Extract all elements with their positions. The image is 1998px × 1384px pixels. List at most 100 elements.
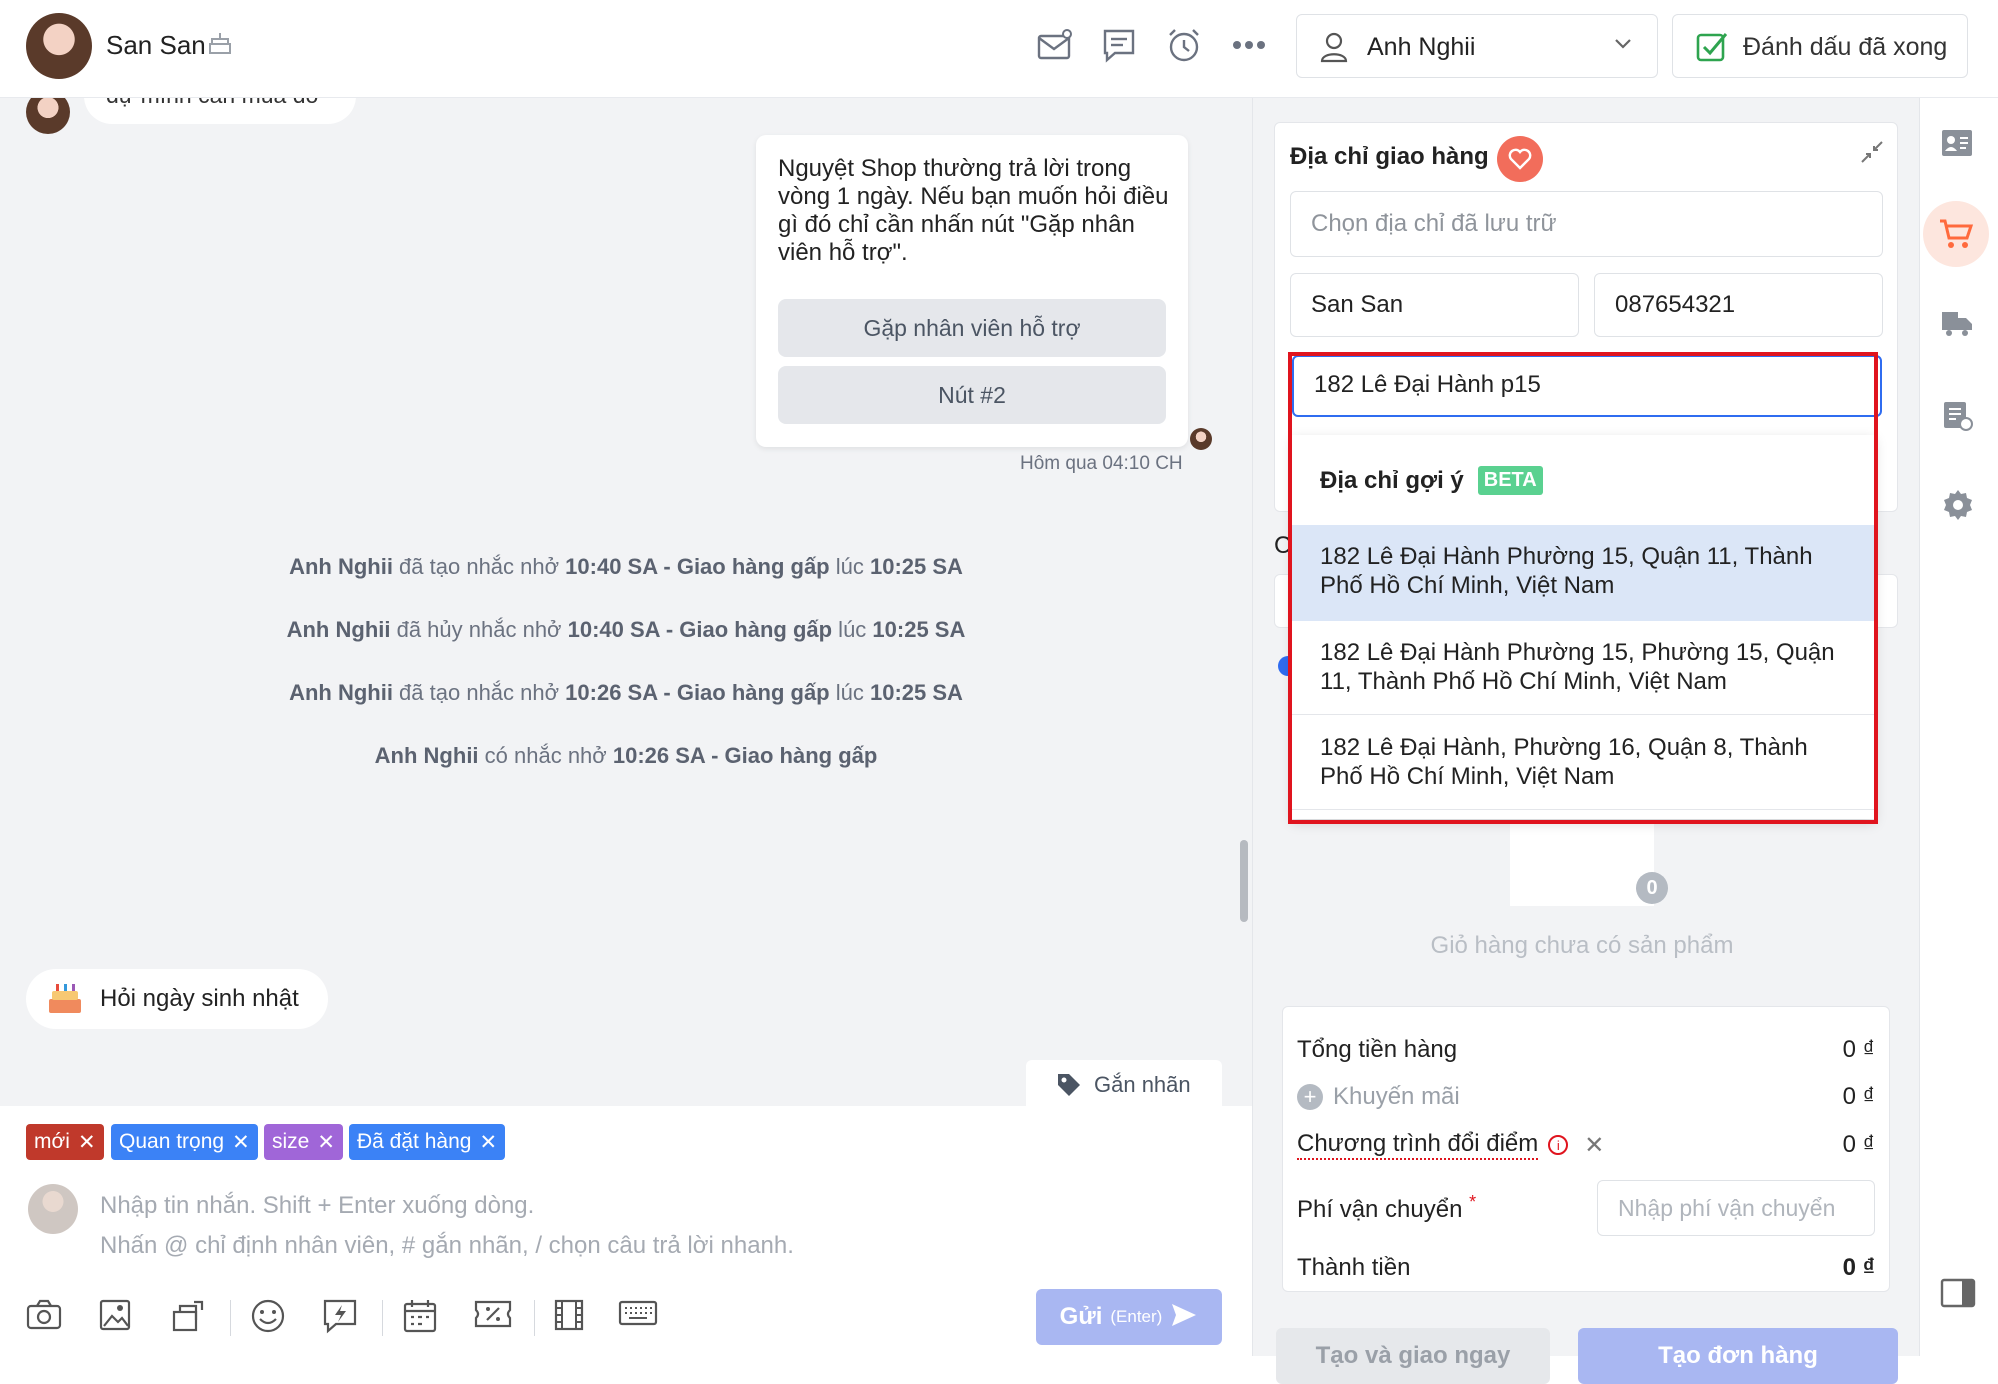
message-placeholder-hint: Nhấn @ chỉ định nhân viên, # gắn nhãn, /…	[100, 1232, 794, 1259]
alarm-clock-icon[interactable]	[1163, 24, 1205, 66]
promo-row[interactable]: + Khuyến mãi 0 ₫	[1297, 1083, 1875, 1111]
product-icon[interactable]	[170, 1298, 210, 1338]
toolbar-divider	[230, 1300, 231, 1336]
chevron-down-icon	[1613, 37, 1633, 56]
mark-done-label: Đánh dấu đã xong	[1743, 33, 1948, 61]
close-icon[interactable]: ✕	[317, 1130, 335, 1155]
conversation-header: San San Anh Nghii Đánh dấu đã xong	[0, 0, 1998, 98]
contact-avatar[interactable]	[26, 13, 92, 79]
shipping-fee-label: Phí vận chuyển	[1297, 1196, 1463, 1223]
tag-label: Đã đặt hàng	[357, 1130, 472, 1153]
saved-address-placeholder: Chọn địa chỉ đã lưu trữ	[1311, 210, 1557, 237]
camera-icon[interactable]	[26, 1298, 66, 1338]
calendar-icon[interactable]	[402, 1298, 442, 1338]
send-hint: (Enter)	[1110, 1307, 1163, 1326]
create-order-button[interactable]: Tạo đơn hàng	[1578, 1328, 1898, 1384]
toolbar-divider	[382, 1300, 383, 1336]
partial-message-text: dự mình cần mua đó	[106, 98, 318, 109]
note-icon[interactable]	[1098, 24, 1140, 66]
cart-illustration	[1510, 820, 1654, 906]
customer-name-field[interactable]: San San	[1290, 273, 1579, 337]
gear-icon[interactable]	[1942, 489, 1974, 526]
bot-message-text: Nguyệt Shop thường trả lời trong vòng 1 …	[778, 155, 1169, 266]
subtotal-row: Tổng tiền hàng 0 ₫	[1297, 1036, 1875, 1064]
message-input[interactable]: Nhập tin nhắn. Shift + Enter xuống dòng.…	[100, 1186, 1220, 1270]
close-icon[interactable]: ✕	[78, 1130, 96, 1155]
contact-card-icon[interactable]	[1940, 128, 1974, 163]
bot-message-time: Hôm qua 04:10 CH	[1020, 453, 1183, 474]
meet-staff-button[interactable]: Gặp nhân viên hỗ trợ	[778, 299, 1166, 357]
close-icon[interactable]: ✕	[1584, 1131, 1604, 1160]
tag-label: mới	[34, 1130, 70, 1153]
order-list-icon[interactable]	[1942, 400, 1974, 437]
assignee-select[interactable]: Anh Nghii	[1296, 14, 1658, 78]
plus-circle-icon[interactable]: +	[1297, 1084, 1323, 1110]
collapse-icon[interactable]	[1858, 138, 1886, 171]
shipping-truck-icon[interactable]	[1940, 308, 1974, 343]
send-button[interactable]: Gửi (Enter)	[1036, 1289, 1222, 1345]
tag-chip[interactable]: Quan trọng ✕	[111, 1124, 258, 1160]
promo-label: Khuyến mãi	[1333, 1083, 1460, 1110]
shipping-fee-placeholder: Nhập phí vận chuyển	[1618, 1194, 1836, 1221]
panel-toggle-icon[interactable]	[1940, 1278, 1976, 1313]
customer-name-value: San San	[1311, 291, 1404, 318]
tag-chip[interactable]: mới ✕	[26, 1124, 104, 1160]
birthday-cake-icon	[46, 981, 84, 1020]
discount-icon[interactable]	[474, 1298, 514, 1338]
toolbar-divider	[534, 1300, 535, 1336]
phone-value: 087654321	[1615, 291, 1736, 318]
highlight-outline	[1288, 352, 1878, 824]
shipping-fee-row: Phí vận chuyển * Nhập phí vận chuyển	[1297, 1180, 1875, 1236]
mark-done-button[interactable]: Đánh dấu đã xong	[1672, 14, 1968, 78]
scrollbar[interactable]	[1240, 840, 1248, 922]
tag-icon	[1056, 1072, 1082, 1103]
more-icon[interactable]	[1228, 24, 1270, 66]
shipping-fee-input[interactable]: Nhập phí vận chuyển	[1597, 1180, 1875, 1236]
points-label[interactable]: Chương trình đổi điểm	[1297, 1130, 1539, 1160]
user-icon	[1319, 31, 1349, 68]
tag-chip[interactable]: Đã đặt hàng ✕	[349, 1124, 506, 1160]
image-icon[interactable]	[98, 1298, 138, 1338]
subtotal-label: Tổng tiền hàng	[1297, 1036, 1458, 1063]
cart-count-badge: 0	[1636, 872, 1668, 904]
cart-empty-text: Giỏ hàng chưa có sản phẩm	[1430, 932, 1734, 959]
birthday-chip[interactable]: Hỏi ngày sinh nhật	[26, 969, 328, 1029]
tag-chip[interactable]: size ✕	[264, 1124, 343, 1160]
add-label-button[interactable]: Gắn nhãn	[1026, 1060, 1222, 1106]
contact-name[interactable]: San San	[106, 30, 206, 61]
agent-avatar	[28, 1184, 78, 1234]
phone-field[interactable]: 087654321	[1594, 273, 1883, 337]
quick-reply-icon[interactable]	[322, 1298, 362, 1338]
saved-address-select[interactable]: Chọn địa chỉ đã lưu trữ	[1290, 191, 1883, 257]
emoji-icon[interactable]	[250, 1298, 290, 1338]
close-icon[interactable]: ✕	[479, 1130, 497, 1155]
promo-value: 0 ₫	[1842, 1083, 1875, 1110]
right-icon-rail	[1919, 98, 1998, 1356]
required-mark: *	[1469, 1192, 1477, 1212]
tag-label: size	[272, 1130, 310, 1153]
send-label: Gửi	[1059, 1303, 1103, 1330]
partial-message-bubble: dự mình cần mua đó	[84, 98, 356, 124]
checkbox-check-icon	[1695, 30, 1729, 69]
close-icon[interactable]: ✕	[232, 1130, 250, 1155]
points-row: Chương trình đổi điểm i ✕ 0 ₫	[1297, 1130, 1875, 1160]
button-2[interactable]: Nút #2	[778, 366, 1166, 424]
add-label-text: Gắn nhãn	[1094, 1072, 1191, 1097]
mail-icon[interactable]	[1034, 24, 1076, 66]
customer-avatar	[26, 98, 70, 134]
system-event: Anh Nghii đã tạo nhắc nhở 10:26 SA - Gia…	[289, 680, 963, 705]
heart-icon[interactable]	[1497, 136, 1543, 182]
system-event: Anh Nghii đã tạo nhắc nhở 10:40 SA - Gia…	[289, 554, 963, 579]
create-and-ship-button[interactable]: Tạo và giao ngay	[1276, 1328, 1550, 1384]
points-value: 0 ₫	[1842, 1131, 1875, 1158]
subtotal-value: 0 ₫	[1842, 1036, 1875, 1063]
keyboard-icon[interactable]	[618, 1298, 662, 1338]
cart-icon[interactable]	[1923, 201, 1989, 267]
birthday-chip-label: Hỏi ngày sinh nhật	[100, 985, 299, 1012]
tag-label: Quan trọng	[119, 1130, 225, 1153]
film-icon[interactable]	[552, 1298, 592, 1338]
info-icon[interactable]: i	[1548, 1135, 1569, 1155]
birthday-cake-icon	[207, 30, 233, 56]
agent-avatar	[1190, 428, 1212, 450]
system-event: Anh Nghii có nhắc nhở 10:26 SA - Giao hà…	[374, 743, 878, 768]
